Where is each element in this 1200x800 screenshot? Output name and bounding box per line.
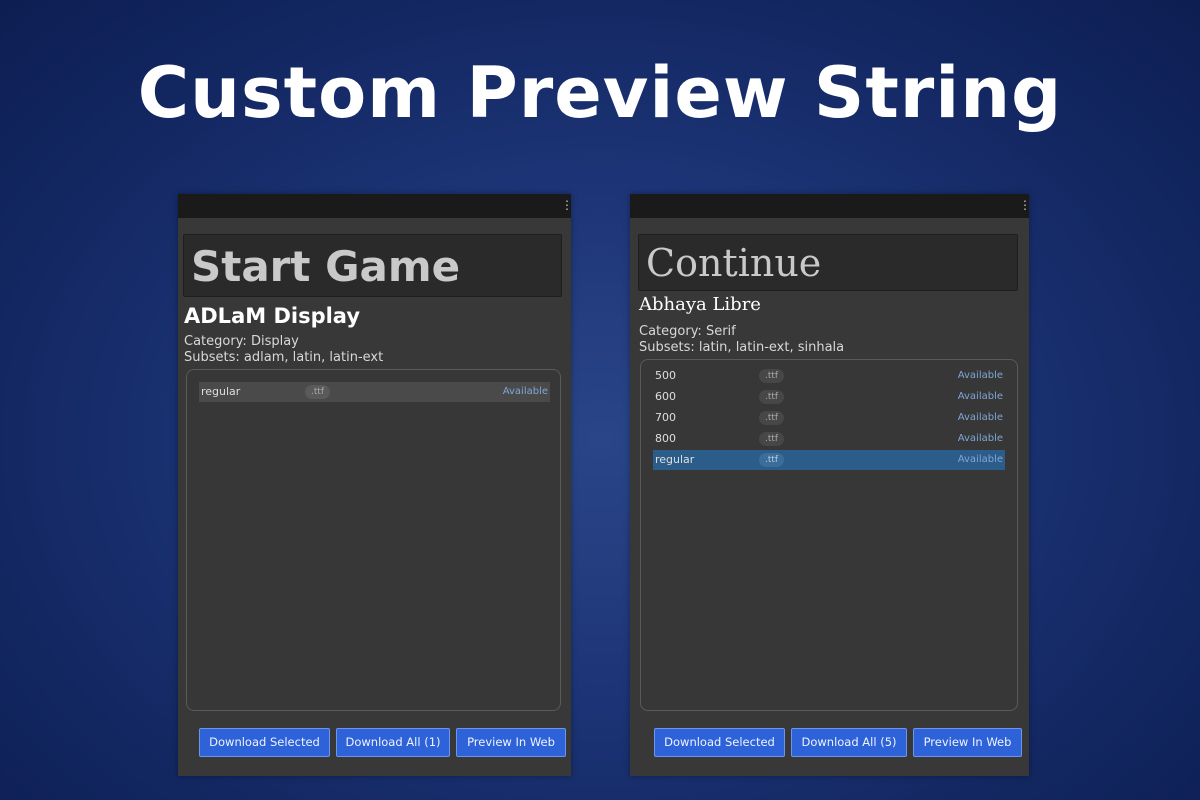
variant-row[interactable]: 800 .ttf Available — [653, 429, 1005, 449]
download-selected-button[interactable]: Download Selected — [199, 728, 330, 757]
font-panel-abhaya: ⋮ Continue Abhaya Libre Category: Serif … — [630, 194, 1031, 776]
panel-header-bar: ⋮ — [630, 194, 1031, 218]
status-label: Available — [502, 386, 548, 397]
file-ext-badge: .ttf — [759, 369, 785, 383]
status-label: Available — [957, 412, 1003, 423]
preview-in-web-button[interactable]: Preview In Web — [913, 728, 1022, 757]
file-ext-badge: .ttf — [759, 453, 785, 467]
page-headline: Custom Preview String — [137, 52, 1063, 134]
variant-label: regular — [201, 385, 241, 398]
variant-list[interactable]: 500 .ttf Available 600 .ttf Available 70… — [640, 359, 1018, 711]
status-label: Available — [957, 454, 1003, 465]
variant-label: 700 — [655, 411, 676, 424]
status-label: Available — [957, 391, 1003, 402]
variant-row-selected[interactable]: regular .ttf Available — [653, 450, 1005, 470]
variant-label: 600 — [655, 390, 676, 403]
font-category: Category: Serif — [639, 324, 736, 339]
download-all-button[interactable]: Download All (1) — [336, 728, 450, 757]
variant-row[interactable]: 600 .ttf Available — [653, 387, 1005, 407]
variant-label: regular — [655, 453, 695, 466]
status-label: Available — [957, 370, 1003, 381]
file-ext-badge: .ttf — [759, 432, 785, 446]
font-meta: Category: Display Subsets: adlam, latin,… — [184, 334, 383, 366]
font-name: Abhaya Libre — [639, 294, 761, 315]
font-panel-adlam: ⋮ Start Game ADLaM Display Category: Dis… — [178, 194, 573, 776]
kebab-menu-icon[interactable]: ⋮ — [1019, 198, 1031, 212]
variant-row[interactable]: 500 .ttf Available — [653, 366, 1005, 386]
variant-label: 500 — [655, 369, 676, 382]
variant-row[interactable]: 700 .ttf Available — [653, 408, 1005, 428]
download-selected-button[interactable]: Download Selected — [654, 728, 785, 757]
variant-list[interactable]: regular .ttf Available — [186, 369, 561, 711]
variant-label: 800 — [655, 432, 676, 445]
panel-header-bar: ⋮ — [178, 194, 573, 218]
kebab-menu-icon[interactable]: ⋮ — [561, 198, 573, 212]
preview-string-box: Continue — [638, 234, 1018, 291]
file-ext-badge: .ttf — [759, 390, 785, 404]
font-category: Category: Display — [184, 334, 299, 349]
file-ext-badge: .ttf — [759, 411, 785, 425]
status-label: Available — [957, 433, 1003, 444]
font-subsets: Subsets: adlam, latin, latin-ext — [184, 350, 384, 365]
font-meta: Category: Serif Subsets: latin, latin-ex… — [639, 324, 844, 356]
download-all-button[interactable]: Download All (5) — [791, 728, 907, 757]
font-name: ADLaM Display — [184, 304, 361, 328]
font-subsets: Subsets: latin, latin-ext, sinhala — [639, 340, 845, 355]
variant-row[interactable]: regular .ttf Available — [199, 382, 550, 402]
preview-in-web-button[interactable]: Preview In Web — [456, 728, 566, 757]
file-ext-badge: .ttf — [305, 385, 331, 399]
preview-string-box: Start Game — [183, 234, 562, 297]
